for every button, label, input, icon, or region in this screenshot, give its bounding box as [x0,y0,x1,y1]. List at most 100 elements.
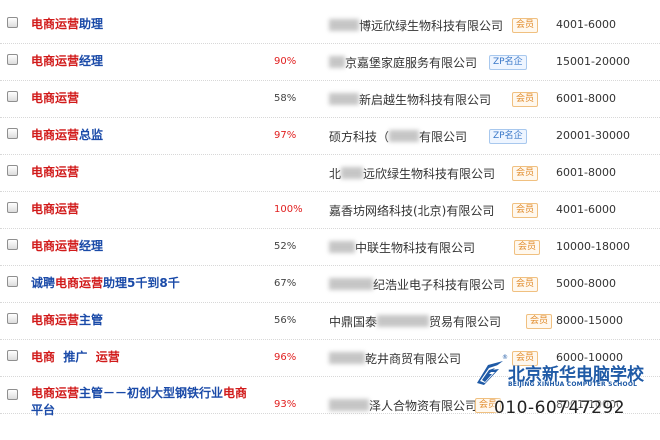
salary-range: 6001-8000 [556,92,616,105]
job-title-link[interactable]: 电商运营总监 [31,127,271,144]
company-name-end: 新启越生物科技有限公司 [359,93,492,107]
company-name-start: 中鼎国泰 [329,315,378,329]
member-badge: 会员 [512,277,539,292]
company-name-start: 嘉香坊网络科技(北京)有限公司 [329,204,495,218]
company-link[interactable]: 新启越生物科技有限公司 [329,91,509,108]
job-title-part: 电商运营 [31,386,80,400]
job-title-part: 推广 [55,350,96,364]
job-title-part: 主管 [79,313,104,327]
company-name-end: 乾井商贸有限公司 [365,352,462,366]
job-title-link[interactable]: 电商运营经理 [31,238,271,255]
row-checkbox[interactable] [7,313,18,324]
match-percent: 96% [274,352,297,363]
watermark: ® 北京新华电脑学校 BEIJING XINHUA COMPUTER SCHOO… [472,354,660,440]
company-link[interactable]: 纪浩业电子科技有限公司 [329,276,509,293]
company-link[interactable]: 北 远欣绿生物科技有限公司 [329,165,509,182]
match-percent: 100% [274,204,303,215]
job-row: 电商运营经理 52% 中联生物科技有限公司 会员 10000-18000 [0,228,660,266]
salary-range: 4001-6000 [556,203,616,216]
match-percent: 56% [274,315,297,326]
job-title-link[interactable]: 电商运营经理 [31,53,271,70]
company-name-end: 京嘉堡家庭服务有限公司 [345,56,478,70]
redacted-text [389,130,420,142]
company-name-end: 贸易有限公司 [429,315,502,329]
job-row: 电商运营 58% 新启越生物科技有限公司 会员 6001-8000 [0,80,660,118]
redacted-text [329,19,359,31]
redacted-text [377,315,430,327]
company-name-end: 有限公司 [419,130,468,144]
job-title-part: 电商运营 [31,313,80,327]
company-link[interactable]: 博远欣绿生物科技有限公司 [329,17,509,34]
company-link[interactable]: 中联生物科技有限公司 [329,239,509,256]
member-badge: 会员 [526,314,553,329]
member-badge: 会员 [512,18,539,33]
job-title-link[interactable]: 电商运营 [31,90,271,107]
salary-range: 4001-6000 [556,18,616,31]
company-name-start: 硕方科技（ [329,130,390,144]
job-title-link[interactable]: 电商运营 [31,164,271,181]
company-name-end: 远欣绿生物科技有限公司 [363,167,496,181]
job-title-part: 电商 [223,386,248,400]
job-row: 电商运营经理 90% 京嘉堡家庭服务有限公司 ZP名企 15001-20000 [0,43,660,81]
job-row: 电商运营 北 远欣绿生物科技有限公司 会员 6001-8000 [0,154,660,192]
job-title-part: 运营 [95,350,120,364]
job-title-part: 经理 [79,239,104,253]
job-title-part: 电商运营 [31,239,80,253]
row-checkbox[interactable] [7,239,18,250]
job-title-part: 电商运营 [31,54,80,68]
redacted-text [329,352,365,364]
match-percent: 90% [274,56,297,67]
salary-range: 20001-30000 [556,129,630,142]
match-percent: 52% [274,241,297,252]
match-percent: 67% [274,278,297,289]
company-name-end: 中联生物科技有限公司 [355,241,476,255]
company-name-start: 北 [329,167,342,181]
zp-famous-company-badge: ZP名企 [489,55,527,70]
row-checkbox[interactable] [7,91,18,102]
row-checkbox[interactable] [7,276,18,287]
job-title-part: 助理5千到8千 [103,276,180,290]
job-title-link[interactable]: 电商运营主管 [31,312,271,329]
job-title-link[interactable]: 电商运营助理 [31,16,271,33]
job-title-part: 总监 [79,128,104,142]
company-link[interactable]: 嘉香坊网络科技(北京)有限公司 [329,202,509,219]
job-title-link[interactable]: 电商 推广 运营 [31,349,271,366]
zp-famous-company-badge: ZP名企 [489,129,527,144]
job-title-part: 电商运营 [31,91,80,105]
job-title-part: 电商 [31,350,56,364]
company-name-end: 博远欣绿生物科技有限公司 [359,19,504,33]
salary-range: 15001-20000 [556,55,630,68]
job-title-link[interactable]: 电商运营主管－－初创大型钢铁行业电商平台 [31,385,267,419]
job-row: 电商运营助理 博远欣绿生物科技有限公司 会员 4001-6000 [0,6,660,44]
job-title-part: 诚聘 [31,276,56,290]
salary-range: 8000-15000 [556,314,623,327]
member-badge: 会员 [512,166,539,181]
redacted-text [329,399,369,411]
job-row: 电商运营 100% 嘉香坊网络科技(北京)有限公司 会员 4001-6000 [0,191,660,229]
row-checkbox[interactable] [7,389,18,400]
row-checkbox[interactable] [7,128,18,139]
company-link[interactable]: 硕方科技（ 有限公司 [329,128,509,145]
job-title-link[interactable]: 电商运营 [31,201,271,218]
company-link[interactable]: 京嘉堡家庭服务有限公司 [329,54,509,71]
row-checkbox[interactable] [7,165,18,176]
row-checkbox[interactable] [7,54,18,65]
job-title-part: 主管－－初创大型钢铁行业 [79,386,224,400]
match-percent: 58% [274,93,297,104]
job-title-part: 电商运营 [31,165,80,179]
company-name-end: 纪浩业电子科技有限公司 [373,278,506,292]
job-row: 诚聘电商运营助理5千到8千 67% 纪浩业电子科技有限公司 会员 5000-8000 [0,265,660,303]
job-title-link[interactable]: 诚聘电商运营助理5千到8千 [31,275,271,292]
row-checkbox[interactable] [7,350,18,361]
company-link[interactable]: 中鼎国泰 贸易有限公司 [329,313,509,330]
redacted-text [341,167,364,179]
row-checkbox[interactable] [7,17,18,28]
row-checkbox[interactable] [7,202,18,213]
job-title-part: 电商运营 [55,276,104,290]
job-row: 电商运营总监 97% 硕方科技（ 有限公司 ZP名企 20001-30000 [0,117,660,155]
redacted-text [329,241,355,253]
job-title-part: 电商运营 [31,17,80,31]
job-title-part: 助理 [79,17,104,31]
job-title-part: 电商运营 [31,128,80,142]
job-title-part: 平台 [31,403,56,417]
